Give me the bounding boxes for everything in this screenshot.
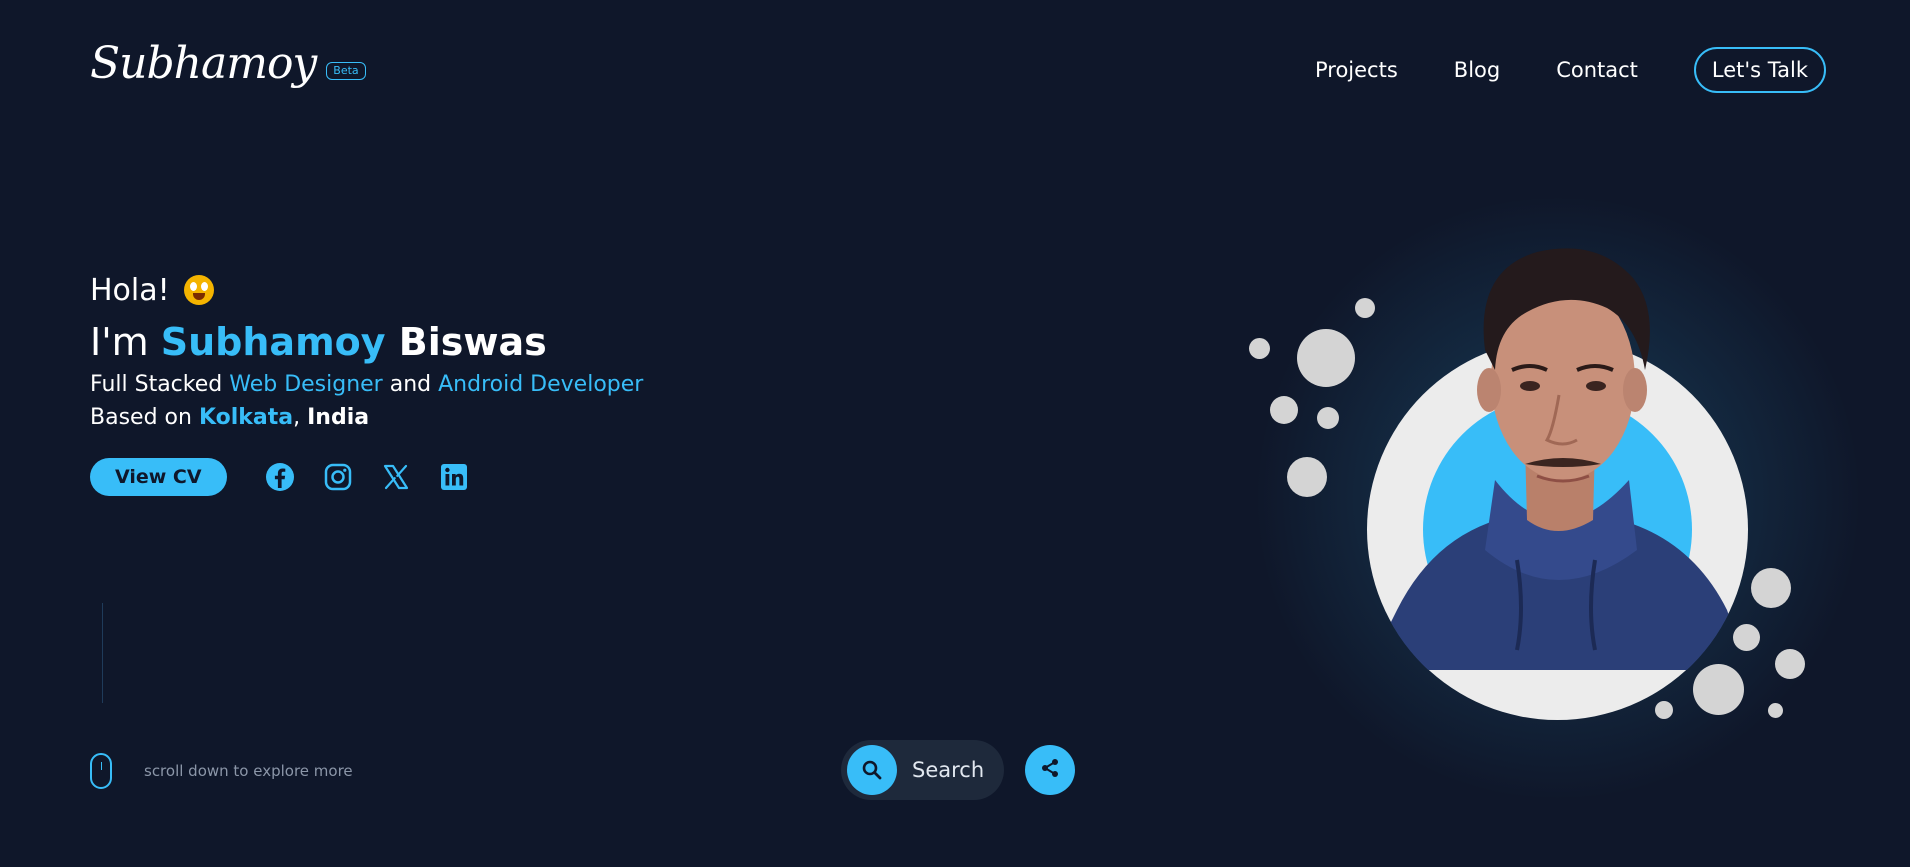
location-line: Based on Kolkata, India [90,405,643,430]
lets-talk-button[interactable]: Let's Talk [1693,47,1826,93]
nav-projects-link[interactable]: Projects [1315,58,1398,82]
mouse-icon [90,753,112,789]
role-prefix: Full Stacked [90,372,230,397]
decorative-bubble [1751,568,1791,608]
name-prefix: I'm [90,320,161,364]
role-join: and [382,372,439,397]
decorative-bubble [1287,457,1327,497]
decorative-divider [102,603,103,703]
scroll-hint-text: scroll down to explore more [144,762,353,780]
search-icon [847,745,897,795]
hero-name: I'm Subhamoy Biswas [90,320,643,364]
scroll-hint: scroll down to explore more [90,753,353,789]
greeting-line: Hola! [90,268,643,312]
facebook-icon[interactable] [265,462,295,492]
role-android-developer: Android Developer [438,372,644,397]
location-separator: , [293,405,308,430]
decorative-bubble [1317,407,1339,429]
main-nav: Projects Blog Contact Let's Talk [1315,47,1826,93]
first-name: Subhamoy [160,320,386,364]
decorative-bubble [1655,701,1673,719]
brand-logo[interactable]: Subhamoy Beta [90,42,366,86]
greeting-text: Hola! [90,272,170,308]
nav-blog-link[interactable]: Blog [1454,58,1500,82]
role-line: Full Stacked Web Designer and Android De… [90,372,643,397]
location-country: India [307,405,370,430]
decorative-bubble [1775,649,1805,679]
x-icon[interactable] [381,462,411,492]
search-label: Search [912,758,985,782]
last-name: Biswas [398,320,547,364]
search-button[interactable]: Search [841,740,1004,800]
instagram-icon[interactable] [323,462,353,492]
share-button[interactable] [1025,745,1075,795]
decorative-bubble [1768,703,1783,718]
location-city: Kolkata [198,405,294,430]
hero-section: Hola! I'm Subhamoy Biswas Full Stacked W… [90,268,643,496]
grinning-emoji-icon [183,275,214,305]
role-web-designer: Web Designer [229,372,383,397]
nav-contact-link[interactable]: Contact [1556,58,1638,82]
decorative-bubble [1693,664,1744,715]
location-prefix: Based on [90,405,199,430]
decorative-bubble [1270,396,1298,424]
beta-badge: Beta [326,62,366,80]
decorative-bubble [1249,338,1270,359]
hero-actions: View CV [90,458,643,496]
linkedin-icon[interactable] [439,462,469,492]
decorative-bubble [1297,329,1355,387]
profile-portrait [1367,248,1748,670]
brand-name: Subhamoy [90,38,317,89]
social-links [265,462,497,492]
share-icon [1039,757,1061,783]
view-cv-button[interactable]: View CV [90,458,227,496]
